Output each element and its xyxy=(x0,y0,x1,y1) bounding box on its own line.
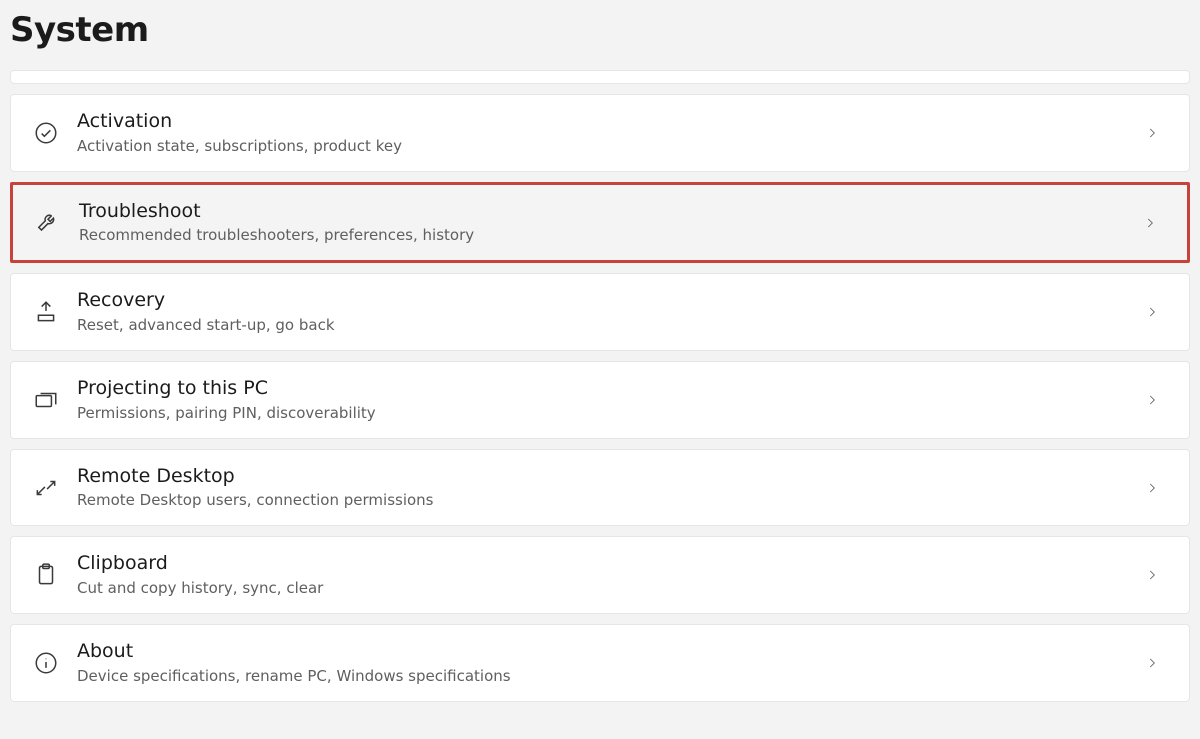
previous-item-stub xyxy=(10,70,1190,84)
settings-item-activation[interactable]: Activation Activation state, subscriptio… xyxy=(10,94,1190,172)
settings-item-recovery[interactable]: Recovery Reset, advanced start-up, go ba… xyxy=(10,273,1190,351)
chevron-right-icon xyxy=(1137,126,1167,140)
settings-item-remote-desktop[interactable]: Remote Desktop Remote Desktop users, con… xyxy=(10,449,1190,527)
chevron-right-icon xyxy=(1135,216,1165,230)
settings-item-projecting[interactable]: Projecting to this PC Permissions, pairi… xyxy=(10,361,1190,439)
checkmark-circle-icon xyxy=(33,120,77,146)
chevron-right-icon xyxy=(1137,393,1167,407)
item-desc: Cut and copy history, sync, clear xyxy=(77,578,1137,599)
settings-item-clipboard[interactable]: Clipboard Cut and copy history, sync, cl… xyxy=(10,536,1190,614)
info-circle-icon xyxy=(33,650,77,676)
item-title: Activation xyxy=(77,109,1137,134)
wrench-icon xyxy=(35,210,79,236)
item-title: Projecting to this PC xyxy=(77,376,1137,401)
item-desc: Permissions, pairing PIN, discoverabilit… xyxy=(77,403,1137,424)
item-desc: Device specifications, rename PC, Window… xyxy=(77,666,1137,687)
item-title: Recovery xyxy=(77,288,1137,313)
item-title: Troubleshoot xyxy=(79,199,1135,224)
item-desc: Reset, advanced start-up, go back xyxy=(77,315,1137,336)
item-title: Remote Desktop xyxy=(77,464,1137,489)
clipboard-icon xyxy=(33,562,77,588)
page-title: System xyxy=(10,10,1190,50)
remote-connect-icon xyxy=(33,475,77,501)
chevron-right-icon xyxy=(1137,568,1167,582)
chevron-right-icon xyxy=(1137,656,1167,670)
item-title: Clipboard xyxy=(77,551,1137,576)
item-desc: Recommended troubleshooters, preferences… xyxy=(79,225,1135,246)
chevron-right-icon xyxy=(1137,305,1167,319)
recovery-icon xyxy=(33,299,77,325)
settings-item-troubleshoot[interactable]: Troubleshoot Recommended troubleshooters… xyxy=(10,182,1190,264)
item-title: About xyxy=(77,639,1137,664)
settings-item-about[interactable]: About Device specifications, rename PC, … xyxy=(10,624,1190,702)
screens-icon xyxy=(33,387,77,413)
item-desc: Remote Desktop users, connection permiss… xyxy=(77,490,1137,511)
item-desc: Activation state, subscriptions, product… xyxy=(77,136,1137,157)
chevron-right-icon xyxy=(1137,481,1167,495)
